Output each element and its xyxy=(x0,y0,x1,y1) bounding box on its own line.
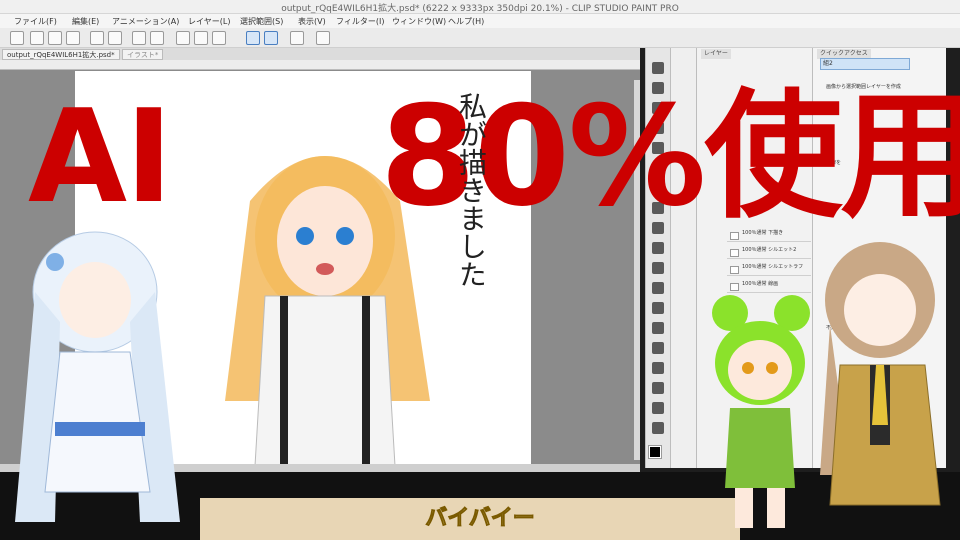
settings-icon[interactable] xyxy=(150,31,164,45)
open-file-icon[interactable] xyxy=(48,31,62,45)
menu-filter[interactable]: フィルター(I) xyxy=(336,16,384,27)
help-icon[interactable] xyxy=(316,31,330,45)
tab-layer-panel[interactable]: レイヤー xyxy=(701,49,731,59)
main-color-swatch[interactable] xyxy=(648,445,662,459)
eye-icon[interactable] xyxy=(10,31,24,45)
menu-help[interactable]: ヘルプ(H) xyxy=(448,16,484,27)
new-file-icon[interactable] xyxy=(30,31,44,45)
menu-view[interactable]: 表示(V) xyxy=(298,16,326,27)
pen-stabilize-icon[interactable] xyxy=(264,31,278,45)
pen-mode-icon[interactable] xyxy=(246,31,260,45)
document-tabs: output_rQqE4WIL6H1拡大.psd* イラスト* xyxy=(0,48,640,60)
window-title: output_rQqE4WIL6H1拡大.psd* (6222 x 9333px… xyxy=(281,4,679,14)
command-bar xyxy=(0,28,960,48)
vertical-caption: 私が描きました xyxy=(455,92,488,288)
layer-name: 100％通常 線画 xyxy=(742,281,779,287)
deselect-icon[interactable] xyxy=(194,31,208,45)
layer-name: 100％通常 シルエットラフ xyxy=(742,264,804,270)
save-icon[interactable] xyxy=(66,31,80,45)
overlay-ai-text: AI xyxy=(28,83,173,232)
clear-icon[interactable] xyxy=(132,31,146,45)
menu-animation[interactable]: アニメーション(A) xyxy=(112,16,179,27)
redo-icon[interactable] xyxy=(108,31,122,45)
layer-row[interactable]: 100％通常 シルエットラフ xyxy=(727,264,811,276)
tab-document[interactable]: output_rQqE4WIL6H1拡大.psd* xyxy=(2,49,120,60)
tab-illust[interactable]: イラスト* xyxy=(122,49,164,60)
layer-thumbnail xyxy=(730,249,739,257)
layer-row[interactable]: 100％通常 シルエット2 xyxy=(727,247,811,259)
ruler-tool-icon[interactable] xyxy=(652,362,664,374)
zoom-tool-icon[interactable] xyxy=(652,62,664,74)
balloon-tool-icon[interactable] xyxy=(652,402,664,414)
frame-tool-icon[interactable] xyxy=(652,342,664,354)
invert-selection-icon[interactable] xyxy=(212,31,226,45)
menu-layer[interactable]: レイヤー(L) xyxy=(188,16,230,27)
menu-selection[interactable]: 選択範囲(S) xyxy=(240,16,283,27)
menu-edit[interactable]: 編集(E) xyxy=(72,16,99,27)
gradient-tool-icon[interactable] xyxy=(652,302,664,314)
quick-access-set-field[interactable]: 組2 xyxy=(820,58,910,70)
layer-thumbnail xyxy=(730,266,739,274)
select-all-icon[interactable] xyxy=(176,31,190,45)
menu-file[interactable]: ファイル(F) xyxy=(14,16,57,27)
undo-icon[interactable] xyxy=(90,31,104,45)
pen-pressure-icon[interactable] xyxy=(290,31,304,45)
blend-tool-icon[interactable] xyxy=(652,262,664,274)
correct-line-tool-icon[interactable] xyxy=(652,422,664,434)
title-bar: output_rQqE4WIL6H1拡大.psd* (6222 x 9333px… xyxy=(0,0,960,14)
menu-window[interactable]: ウィンドウ(W) xyxy=(392,16,446,27)
subtitle-caption: バイバイー xyxy=(425,506,536,532)
mascot-brown-hair xyxy=(820,242,941,506)
text-tool-icon[interactable] xyxy=(652,382,664,394)
menu-bar: ファイル(F) 編集(E) アニメーション(A) レイヤー(L) 選択範囲(S)… xyxy=(0,14,960,28)
mascot-white-hair xyxy=(15,231,180,522)
eraser-tool-icon[interactable] xyxy=(652,242,664,254)
fill-tool-icon[interactable] xyxy=(652,282,664,294)
layer-name: 100％通常 シルエット2 xyxy=(742,247,797,253)
figure-tool-icon[interactable] xyxy=(652,322,664,334)
horizontal-ruler xyxy=(0,60,640,70)
